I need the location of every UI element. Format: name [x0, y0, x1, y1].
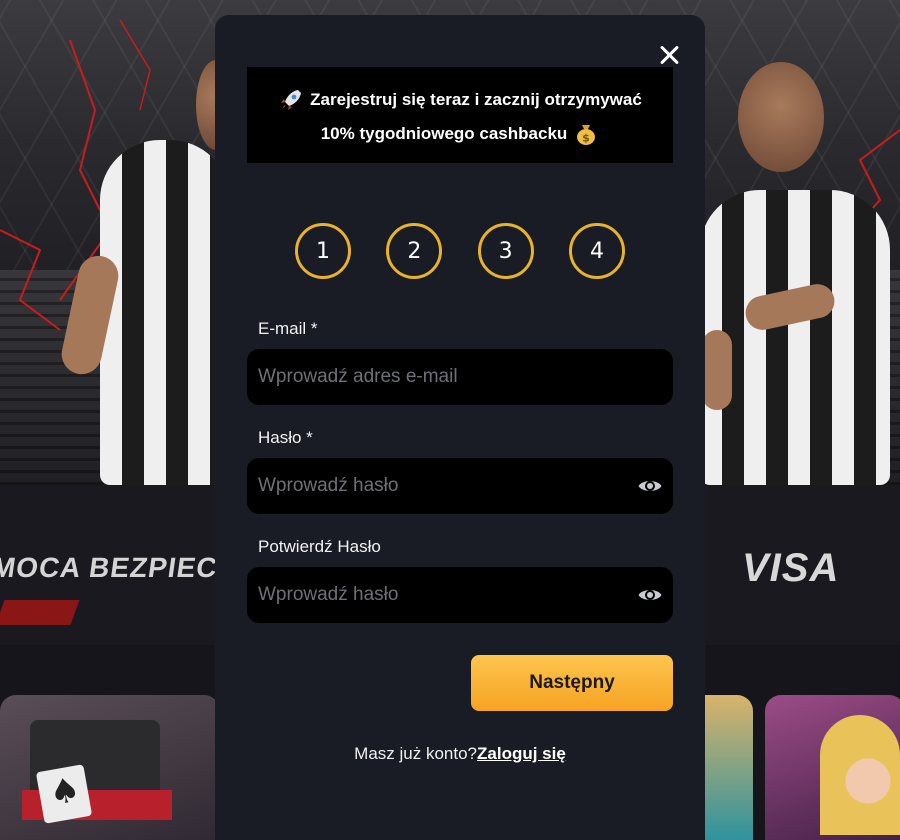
- email-label: E-mail *: [258, 319, 318, 338]
- step-2: 2: [386, 223, 443, 279]
- player-right-arm: [702, 330, 732, 410]
- player-left-image: [100, 140, 230, 485]
- email-input[interactable]: [247, 366, 607, 388]
- login-prompt-row: Masz już konto?Zaloguj się: [215, 744, 705, 764]
- email-input-box: [247, 349, 673, 405]
- step-1: 1: [295, 223, 351, 279]
- rocket-icon: [281, 90, 302, 110]
- banner-line-1: Zarejestruj się teraz i zacznij otrzymyw…: [247, 87, 673, 113]
- promo-text: MOCA BEZPIECZ: [0, 552, 238, 583]
- player-right-head: [738, 62, 824, 172]
- eye-icon[interactable]: [637, 473, 663, 499]
- banner-text-line-1: Zarejestruj się teraz i zacznij otrzymyw…: [310, 90, 642, 109]
- spade-card-icon: [35, 764, 93, 824]
- banner-line-2: 10% tygodniowego cashbacku $: [247, 121, 673, 147]
- money-bag-icon: $: [577, 125, 596, 145]
- character-illustration: [820, 715, 900, 835]
- svg-text:$: $: [582, 132, 590, 145]
- step-indicator: 1 2 3 4: [295, 223, 625, 279]
- confirm-password-input-box: [247, 567, 673, 623]
- eye-icon[interactable]: [637, 582, 663, 608]
- login-link[interactable]: Zaloguj się: [477, 744, 566, 763]
- visa-logo: VISA: [742, 546, 840, 590]
- next-button[interactable]: Następny: [471, 655, 673, 711]
- confirm-password-input[interactable]: [247, 584, 607, 606]
- password-label: Hasło *: [258, 428, 313, 447]
- password-input-box: [247, 458, 673, 514]
- step-4: 4: [568, 223, 625, 279]
- promo-banner: Zarejestruj się teraz i zacznij otrzymyw…: [247, 67, 673, 163]
- banner-text-line-2: 10% tygodniowego cashbacku: [320, 124, 568, 143]
- step-3: 3: [477, 223, 534, 279]
- registration-modal: Zarejestruj się teraz i zacznij otrzymyw…: [215, 15, 705, 840]
- login-prompt-text: Masz już konto?: [354, 744, 478, 763]
- confirm-password-label: Potwierdź Hasło: [258, 537, 381, 556]
- password-input[interactable]: [247, 475, 607, 497]
- promo-red-accent: [0, 600, 80, 625]
